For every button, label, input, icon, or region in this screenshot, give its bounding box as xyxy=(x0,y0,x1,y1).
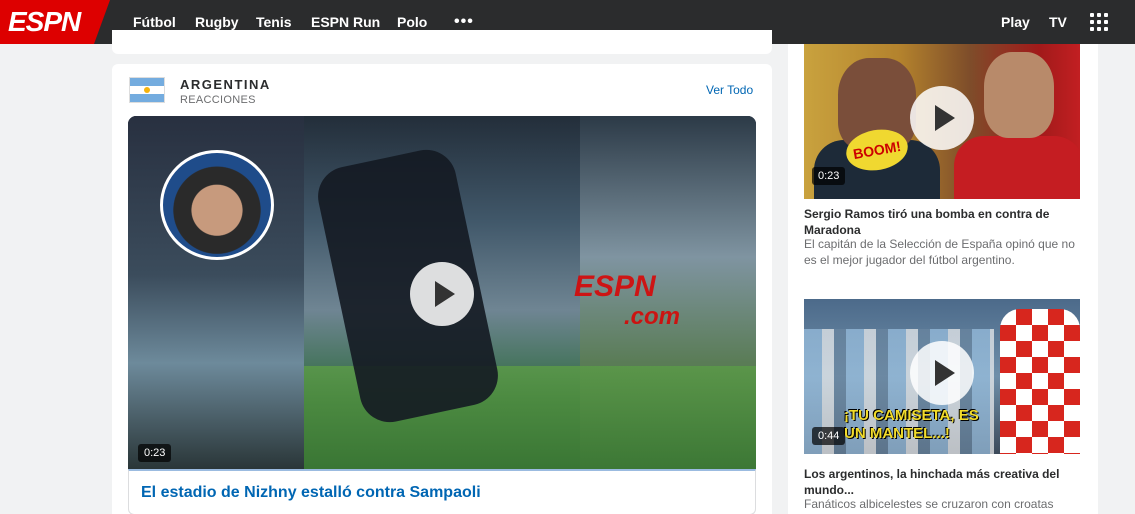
previous-card-bottom xyxy=(112,30,772,54)
nav-item-play[interactable]: Play xyxy=(1001,0,1030,44)
play-button-icon[interactable] xyxy=(910,341,974,405)
play-button-icon[interactable] xyxy=(410,262,474,326)
play-button-icon[interactable] xyxy=(910,86,974,150)
logo-text: ESPN xyxy=(8,6,81,37)
video-duration-badge: 0:44 xyxy=(812,427,846,445)
nav-item-tv[interactable]: TV xyxy=(1049,0,1067,44)
argentina-reactions-card: ARGENTINA REACCIONES Ver Todo ESPN .com … xyxy=(112,64,772,514)
side-video-title-1[interactable]: Sergio Ramos tiró una bomba en contra de… xyxy=(804,206,1080,238)
espn-watermark: ESPN .com xyxy=(574,270,681,331)
apps-grid-icon[interactable] xyxy=(1090,13,1108,31)
more-menu-icon[interactable]: ••• xyxy=(454,12,474,32)
video-duration-badge: 0:23 xyxy=(138,444,172,462)
main-video-thumbnail[interactable]: ESPN .com 0:23 xyxy=(128,116,756,469)
side-video-title-2[interactable]: Los argentinos, la hinchada más creativa… xyxy=(804,466,1080,498)
right-column-videos: BOOM! 0:23 Sergio Ramos tiró una bomba e… xyxy=(788,44,1098,514)
argentina-flag-icon xyxy=(129,77,165,103)
section-title: ARGENTINA xyxy=(180,77,271,92)
coach-inset-image xyxy=(160,150,274,260)
side-video-description-1: El capitán de la Selección de España opi… xyxy=(804,237,1075,267)
side-video-thumbnail-2[interactable]: ¡TU CAMISETA, ES UN MANTEL...! 0:44 xyxy=(804,299,1080,454)
player-image-right xyxy=(984,52,1054,138)
main-video-title[interactable]: El estadio de Nizhny estalló contra Samp… xyxy=(141,484,481,502)
main-video-caption: El estadio de Nizhny estalló contra Samp… xyxy=(128,469,756,514)
video-duration-badge: 0:23 xyxy=(812,167,846,185)
see-all-link[interactable]: Ver Todo xyxy=(706,83,753,97)
espn-logo[interactable]: ESPN xyxy=(0,0,114,44)
section-subtitle: REACCIONES xyxy=(180,94,256,106)
side-video-thumbnail-1[interactable]: BOOM! 0:23 xyxy=(804,44,1080,199)
overlay-quote-text: ¡TU CAMISETA, ES UN MANTEL...! xyxy=(844,407,979,442)
side-video-description-2: Fanáticos albicelestes se cruzaron con c… xyxy=(804,497,1054,511)
croatia-shirt-image xyxy=(1000,309,1080,454)
